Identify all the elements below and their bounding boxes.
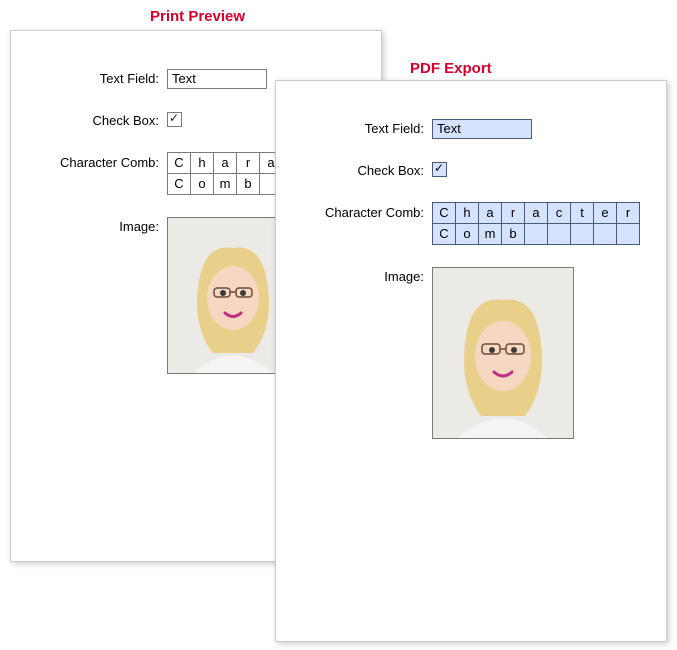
check-box-input[interactable] xyxy=(432,162,447,177)
comb-cell[interactable]: C xyxy=(167,173,191,195)
comb-cell[interactable] xyxy=(570,223,594,245)
label-check-box: Check Box: xyxy=(294,161,432,181)
character-comb-input[interactable]: CharaComb xyxy=(167,153,283,195)
text-field-input[interactable]: Text xyxy=(167,69,267,89)
label-character-comb: Character Comb: xyxy=(29,153,167,173)
comb-cell[interactable]: e xyxy=(593,202,617,224)
comb-cell[interactable]: b xyxy=(501,223,525,245)
comb-cell[interactable]: a xyxy=(478,202,502,224)
comb-cell[interactable]: h xyxy=(190,152,214,174)
comb-cell[interactable]: a xyxy=(524,202,548,224)
print-preview-title: Print Preview xyxy=(150,8,245,25)
comb-cell[interactable] xyxy=(593,223,617,245)
comb-cell[interactable]: o xyxy=(190,173,214,195)
comb-cell[interactable]: C xyxy=(167,152,191,174)
pdf-export-title: PDF Export xyxy=(410,60,492,77)
comb-cell[interactable]: m xyxy=(478,223,502,245)
comb-cell[interactable] xyxy=(524,223,548,245)
comb-cell[interactable]: r xyxy=(501,202,525,224)
label-image: Image: xyxy=(29,217,167,237)
label-character-comb: Character Comb: xyxy=(294,203,432,223)
comb-cell[interactable] xyxy=(616,223,640,245)
comb-cell[interactable]: r xyxy=(616,202,640,224)
comb-cell[interactable]: t xyxy=(570,202,594,224)
comb-cell[interactable]: a xyxy=(213,152,237,174)
pdf-content: Text Field: Text Check Box: Character Co… xyxy=(276,81,666,479)
pdf-export-panel: Text Field: Text Check Box: Character Co… xyxy=(275,80,667,642)
label-text-field: Text Field: xyxy=(294,119,432,139)
comb-cell[interactable]: m xyxy=(213,173,237,195)
label-text-field: Text Field: xyxy=(29,69,167,89)
comb-cell[interactable] xyxy=(547,223,571,245)
comb-cell[interactable]: r xyxy=(236,152,260,174)
image-placeholder xyxy=(432,267,574,439)
comb-cell[interactable]: C xyxy=(432,223,456,245)
comb-cell[interactable]: h xyxy=(455,202,479,224)
comb-cell[interactable]: o xyxy=(455,223,479,245)
character-comb-input[interactable]: CharacterComb xyxy=(432,203,640,245)
comb-cell[interactable]: c xyxy=(547,202,571,224)
comb-cell[interactable]: C xyxy=(432,202,456,224)
portrait-icon xyxy=(433,268,573,438)
label-check-box: Check Box: xyxy=(29,111,167,131)
label-image: Image: xyxy=(294,267,432,287)
text-field-input[interactable]: Text xyxy=(432,119,532,139)
check-box-input[interactable] xyxy=(167,112,182,127)
comb-cell[interactable]: b xyxy=(236,173,260,195)
